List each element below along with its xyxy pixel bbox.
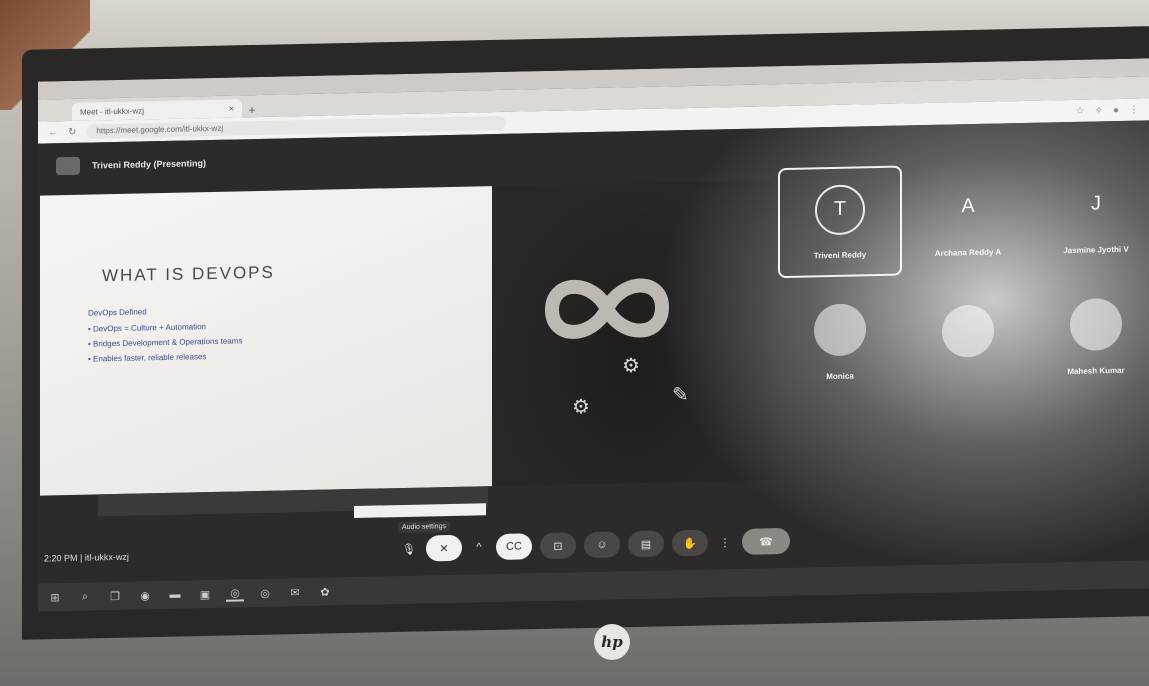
tab-title: Meet - itl-ukkx-wzj: [80, 105, 145, 117]
address-bar-actions: ☆ ✧ ● ⋮: [1076, 104, 1139, 116]
camera-off-icon[interactable]: ✕: [426, 534, 462, 562]
mail-icon[interactable]: ✉: [286, 586, 304, 599]
gear-icon: ⚙: [622, 355, 640, 378]
profile-icon[interactable]: ●: [1113, 104, 1119, 115]
chat-icon[interactable]: ▤: [628, 530, 664, 558]
participant-tile[interactable]: Monica: [778, 286, 902, 399]
store-icon[interactable]: ▣: [196, 587, 214, 601]
meeting-clock: 2:20 PM | itl-ukkx-wzj: [44, 551, 129, 564]
infinity-icon: [544, 278, 670, 339]
code-icon: ✎: [672, 384, 689, 407]
participant-name: Monica: [826, 371, 854, 381]
start-icon[interactable]: ⊞: [46, 591, 64, 604]
gear-icon: ⚙: [572, 396, 590, 419]
participant-tile[interactable]: J Jasmine Jyothi V: [1034, 160, 1149, 273]
laptop-screen: Meet - itl-ukkx-wzj × + ← ↻ https://meet…: [38, 58, 1149, 612]
slide-bullet: DevOps = Culture + Automation: [88, 321, 242, 333]
audio-settings-tooltip: Audio settings: [398, 521, 450, 534]
slide-bullets: DevOps = Culture + Automation Bridges De…: [88, 321, 242, 369]
extensions-icon[interactable]: ✧: [1095, 105, 1103, 116]
participant-name: Jasmine Jyothi V: [1063, 244, 1129, 255]
task-view-icon[interactable]: ❐: [106, 589, 124, 602]
avatar: [814, 302, 866, 356]
chrome-icon[interactable]: ◎: [226, 585, 244, 602]
slide-bullet: Bridges Development & Operations teams: [88, 336, 242, 348]
avatar: T: [815, 183, 865, 235]
avatar: [942, 304, 994, 358]
participant-name: Triveni Reddy: [813, 249, 867, 260]
mic-icon[interactable]: 🎙: [400, 536, 418, 562]
back-icon[interactable]: ←: [48, 127, 58, 138]
participant-tile[interactable]: T Triveni Reddy: [778, 165, 902, 279]
present-icon[interactable]: ⊡: [540, 532, 576, 560]
participant-tile[interactable]: A Archana Reddy A: [906, 163, 1030, 276]
participant-grid: T Triveni Reddy A Archana Reddy A J Jasm…: [778, 160, 1149, 498]
photo-scene: Meet - itl-ukkx-wzj × + ← ↻ https://meet…: [0, 0, 1149, 686]
explorer-icon[interactable]: ▬: [166, 589, 184, 601]
shared-slide: WHAT IS DEVOPS DevOps Defined DevOps = C…: [40, 186, 492, 496]
chrome-alt-icon[interactable]: ◎: [256, 586, 274, 599]
hp-logo: hp: [594, 624, 630, 660]
presenter-header: Triveni Reddy (Presenting): [56, 154, 207, 176]
participant-tile[interactable]: [906, 283, 1030, 396]
more-icon[interactable]: ⋮: [716, 529, 734, 555]
devops-banner: ⚙ ⚙ ✎: [492, 180, 772, 487]
captions-icon[interactable]: CC: [496, 533, 532, 561]
slide-title: WHAT IS DEVOPS: [102, 262, 275, 286]
close-icon[interactable]: ×: [229, 104, 234, 114]
star-icon[interactable]: ☆: [1076, 105, 1085, 116]
browser-tab[interactable]: Meet - itl-ukkx-wzj ×: [72, 99, 242, 121]
sharing-strip: [354, 503, 486, 519]
call-controls: 🎙 ✕ ^ CC ⊡ ☺ ▤ ✋ ⋮ ☎: [400, 527, 790, 562]
hand-icon[interactable]: ✋: [672, 529, 708, 557]
avatar: A: [961, 195, 975, 218]
participant-tile[interactable]: Mahesh Kumar: [1034, 280, 1149, 393]
meet-window: Triveni Reddy (Presenting) WHAT IS DEVOP…: [38, 120, 1149, 612]
new-tab-button[interactable]: +: [242, 103, 262, 117]
emoji-icon[interactable]: ☺: [584, 531, 620, 559]
slide-subtitle: DevOps Defined: [88, 307, 147, 318]
slide-bullet: Enables faster, reliable releases: [88, 351, 242, 363]
menu-icon[interactable]: ⋮: [1129, 104, 1139, 115]
app-icon[interactable]: ✿: [316, 585, 334, 598]
widget-icon[interactable]: ◉: [136, 589, 154, 602]
chevron-up-icon[interactable]: ^: [470, 534, 488, 560]
pin-button[interactable]: [56, 156, 80, 176]
end-call-icon[interactable]: ☎: [742, 527, 790, 555]
avatar: J: [1091, 192, 1101, 215]
avatar: [1070, 297, 1122, 351]
search-icon[interactable]: ⌕: [76, 590, 94, 603]
participant-name: Mahesh Kumar: [1067, 365, 1125, 376]
participant-name: Archana Reddy A: [934, 246, 1002, 258]
reload-icon[interactable]: ↻: [68, 126, 76, 137]
presenter-name: Triveni Reddy (Presenting): [92, 158, 207, 171]
